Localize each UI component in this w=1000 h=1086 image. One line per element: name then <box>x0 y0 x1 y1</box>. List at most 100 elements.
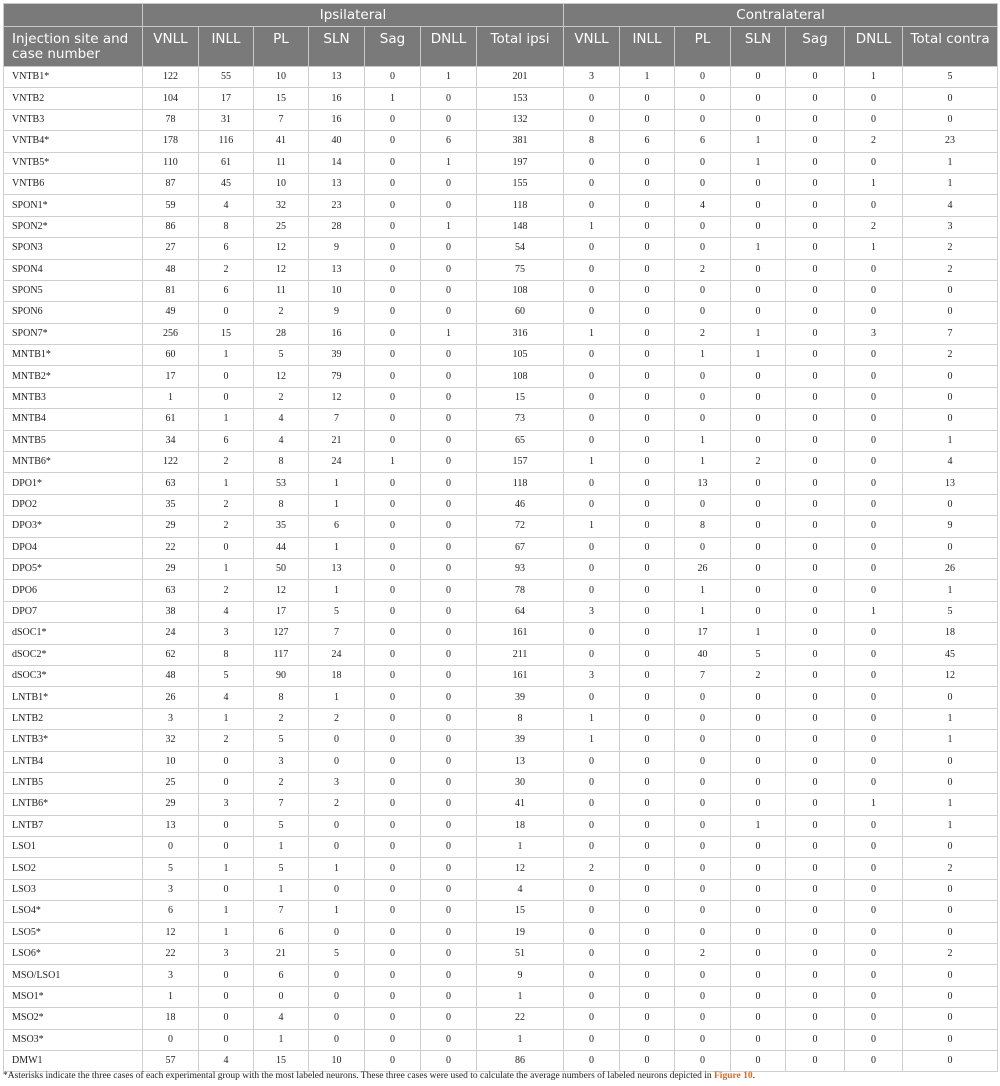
count-cell: 2 <box>674 943 732 966</box>
count-cell: 0 <box>730 1049 787 1073</box>
count-cell: 1 <box>420 322 477 346</box>
count-cell: 0 <box>902 1007 999 1030</box>
count-cell: 0 <box>364 579 421 602</box>
table-row: VNTB2 104 17 15 16 1 0 153 0 0 0 0 0 0 0 <box>3 87 999 110</box>
table-row: SPON7* 256 15 28 16 0 1 316 1 0 2 1 0 3 7 <box>3 322 999 346</box>
count-cell: 13 <box>308 172 365 196</box>
count-cell: 23 <box>902 130 999 153</box>
count-cell: 15 <box>475 900 565 923</box>
count-cell: 0 <box>844 985 904 1009</box>
case-name-cell: LNTB5 <box>3 771 143 795</box>
count-cell: 6 <box>253 964 309 987</box>
count-cell: 2 <box>730 664 787 688</box>
count-cell: 65 <box>475 429 565 453</box>
count-cell: 0 <box>198 964 254 987</box>
count-cell: 0 <box>674 878 732 902</box>
count-cell: 15 <box>253 87 309 110</box>
count-cell: 8 <box>253 451 309 474</box>
count-cell: 0 <box>563 878 621 902</box>
count-cell: 6 <box>619 130 676 153</box>
count-cell: 0 <box>785 258 846 281</box>
count-cell: 1 <box>730 237 787 260</box>
count-cell: 0 <box>420 557 477 581</box>
count-cell: 0 <box>563 258 621 281</box>
count-cell: 2 <box>902 943 999 966</box>
count-cell: 1 <box>902 429 999 453</box>
count-cell: 0 <box>902 108 999 132</box>
count-cell: 127 <box>253 622 309 645</box>
count-cell: 0 <box>420 750 477 773</box>
column-header: Total ipsi <box>475 26 565 67</box>
count-cell: 0 <box>364 194 421 217</box>
count-cell: 2 <box>902 857 999 880</box>
count-cell: 0 <box>364 429 421 453</box>
count-cell: 0 <box>420 344 477 367</box>
column-header-row: Injection site and case number VNLL INLL PL… <box>3 26 999 67</box>
count-cell: 0 <box>619 600 676 624</box>
count-cell: 45 <box>902 643 999 666</box>
count-cell: 1 <box>308 857 365 880</box>
count-cell: 0 <box>785 301 846 324</box>
count-cell: 0 <box>785 1049 846 1073</box>
count-cell: 48 <box>142 258 199 281</box>
case-name-cell: VNTB3 <box>3 108 143 132</box>
count-cell: 0 <box>619 921 676 945</box>
count-cell: 28 <box>308 215 365 239</box>
count-cell: 0 <box>420 1007 477 1030</box>
count-cell: 0 <box>563 429 621 453</box>
count-cell: 75 <box>475 258 565 281</box>
count-cell: 0 <box>730 771 787 795</box>
count-cell: 0 <box>785 108 846 132</box>
count-cell: 1 <box>730 322 787 346</box>
count-cell: 4 <box>674 194 732 217</box>
count-cell: 9 <box>902 515 999 538</box>
column-header: VNLL <box>142 26 199 67</box>
count-cell: 55 <box>198 65 254 89</box>
count-cell: 12 <box>253 365 309 388</box>
count-cell: 0 <box>364 344 421 367</box>
count-cell: 0 <box>902 279 999 303</box>
count-cell: 0 <box>844 301 904 324</box>
count-cell: 0 <box>364 279 421 303</box>
labeled-neurons-table: Ipsilateral Contralateral Injection site… <box>3 3 999 1073</box>
count-cell: 0 <box>308 836 365 859</box>
count-cell: 122 <box>142 65 199 89</box>
case-name-cell: VNTB6 <box>3 172 143 196</box>
count-cell: 78 <box>475 579 565 602</box>
count-cell: 0 <box>674 65 732 89</box>
count-cell: 0 <box>563 472 621 495</box>
figure-10-link[interactable]: Figure 10 <box>714 1071 753 1081</box>
column-header: INLL <box>198 26 254 67</box>
count-cell: 13 <box>475 750 565 773</box>
count-cell: 7 <box>253 900 309 923</box>
case-name-cell: MNTB2* <box>3 365 143 388</box>
count-cell: 1 <box>902 814 999 838</box>
count-cell: 3 <box>198 622 254 645</box>
case-name-cell: DMW1 <box>3 1049 143 1073</box>
count-cell: 0 <box>563 151 621 174</box>
count-cell: 0 <box>902 536 999 559</box>
count-cell: 0 <box>674 771 732 795</box>
count-cell: 0 <box>619 943 676 966</box>
case-name-cell: DPO6 <box>3 579 143 602</box>
count-cell: 3 <box>142 878 199 902</box>
table-row: MNTB6* 122 2 8 24 1 0 157 1 0 1 2 0 0 4 <box>3 451 999 474</box>
table-row: LSO2 5 1 5 1 0 0 12 2 0 0 0 0 0 2 <box>3 857 999 880</box>
count-cell: 4 <box>475 878 565 902</box>
count-cell: 7 <box>253 793 309 816</box>
count-cell: 0 <box>844 515 904 538</box>
count-cell: 0 <box>364 793 421 816</box>
count-cell: 5 <box>253 344 309 367</box>
count-cell: 0 <box>619 793 676 816</box>
count-cell: 0 <box>619 258 676 281</box>
count-cell: 0 <box>619 814 676 838</box>
count-cell: 13 <box>674 472 732 495</box>
count-cell: 0 <box>902 750 999 773</box>
count-cell: 0 <box>844 643 904 666</box>
count-cell: 0 <box>785 964 846 987</box>
count-cell: 0 <box>730 194 787 217</box>
count-cell: 0 <box>844 1049 904 1073</box>
count-cell: 0 <box>420 878 477 902</box>
count-cell: 4 <box>198 686 254 709</box>
table-row: SPON3 27 6 12 9 0 0 54 0 0 0 1 0 1 2 <box>3 237 999 260</box>
